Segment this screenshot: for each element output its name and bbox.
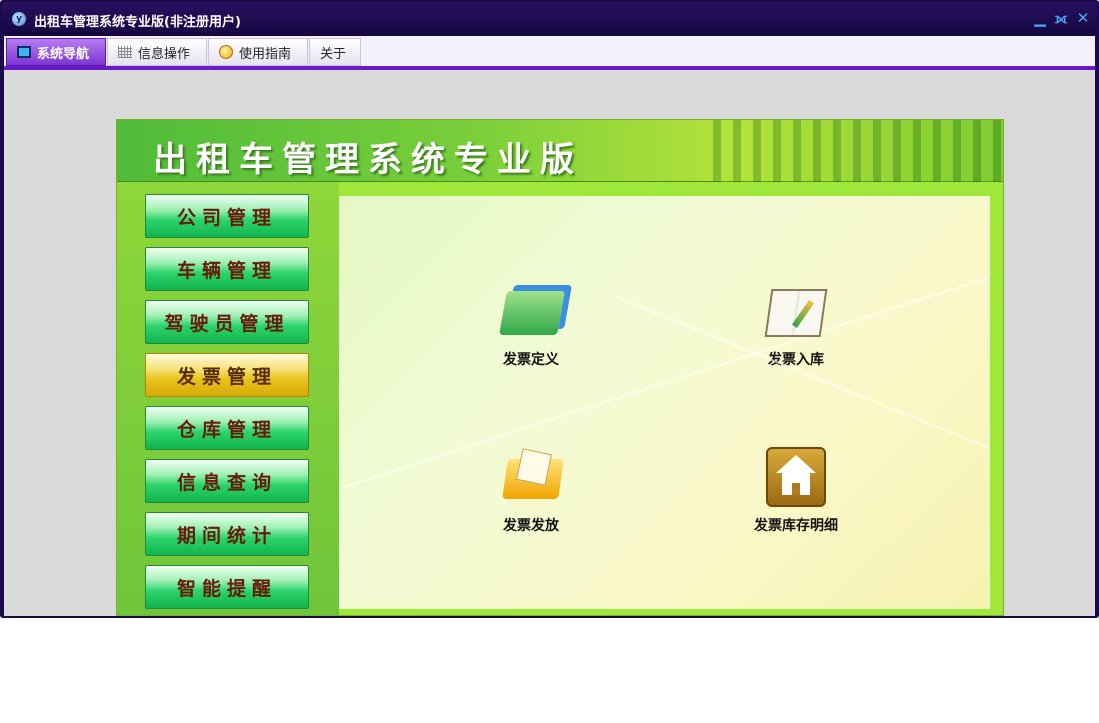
feature-label: 发票入库	[768, 352, 824, 368]
title-bar[interactable]: y 出租车管理系统专业版(非注册用户) ▁ ⟗ ✕	[2, 2, 1097, 36]
nav-query-button[interactable]: 信息查询	[145, 459, 309, 503]
feature-area: 发票定义 发票入库 发票发放 发票库存明细	[339, 196, 990, 609]
folders-icon	[499, 279, 565, 343]
window-title: 出租车管理系统专业版(非注册用户)	[34, 15, 241, 30]
house-icon	[764, 445, 828, 509]
monitor-icon	[17, 46, 31, 58]
main-panel: 出租车管理系统专业版 公司管理 车辆管理 驾驶员管理 发票管理 仓库管理 信息查…	[116, 119, 1004, 616]
book-icon	[764, 279, 828, 343]
tab-label: 使用指南	[239, 46, 292, 62]
tab-label: 信息操作	[138, 46, 191, 62]
feature-invoice-stock-in[interactable]: 发票入库	[731, 279, 861, 369]
nav-reminder-button[interactable]: 智能提醒	[145, 565, 309, 609]
feature-label: 发票定义	[503, 352, 559, 368]
minimize-icon[interactable]: ▁	[1032, 10, 1048, 26]
nav-statistics-button[interactable]: 期间统计	[145, 512, 309, 556]
tab-system-nav[interactable]: 系统导航	[6, 38, 106, 66]
feature-invoice-define[interactable]: 发票定义	[466, 279, 596, 369]
feature-label: 发票发放	[503, 518, 559, 534]
app-logo-icon: y	[12, 12, 26, 26]
folder-icon	[499, 445, 564, 509]
restore-icon[interactable]: ⟗	[1053, 10, 1069, 26]
content-area: 出租车管理系统专业版 公司管理 车辆管理 驾驶员管理 发票管理 仓库管理 信息查…	[4, 70, 1095, 616]
feature-invoice-issue[interactable]: 发票发放	[466, 445, 596, 535]
nav-column: 公司管理 车辆管理 驾驶员管理 发票管理 仓库管理 信息查询 期间统计 智能提醒	[117, 182, 339, 615]
banner-decoration	[713, 120, 1003, 182]
grid-icon	[118, 46, 132, 58]
app-window: y 出租车管理系统专业版(非注册用户) ▁ ⟗ ✕ 系统导航 信息操作 使用指南…	[0, 0, 1099, 618]
tab-info-ops[interactable]: 信息操作	[107, 38, 207, 66]
tab-about[interactable]: 关于	[309, 38, 361, 66]
feature-invoice-inventory[interactable]: 发票库存明细	[731, 445, 861, 535]
nav-driver-button[interactable]: 驾驶员管理	[145, 300, 309, 344]
banner: 出租车管理系统专业版	[117, 120, 1003, 182]
help-icon	[219, 45, 233, 59]
tab-label: 关于	[320, 46, 347, 62]
nav-vehicle-button[interactable]: 车辆管理	[145, 247, 309, 291]
tab-label: 系统导航	[37, 46, 90, 62]
banner-title: 出租车管理系统专业版	[153, 140, 583, 180]
close-icon[interactable]: ✕	[1075, 10, 1091, 26]
tab-user-guide[interactable]: 使用指南	[208, 38, 308, 66]
nav-warehouse-button[interactable]: 仓库管理	[145, 406, 309, 450]
menu-bar: 系统导航 信息操作 使用指南 关于	[4, 36, 1095, 70]
feature-label: 发票库存明细	[754, 518, 838, 534]
nav-invoice-button[interactable]: 发票管理	[145, 353, 309, 397]
nav-company-button[interactable]: 公司管理	[145, 194, 309, 238]
